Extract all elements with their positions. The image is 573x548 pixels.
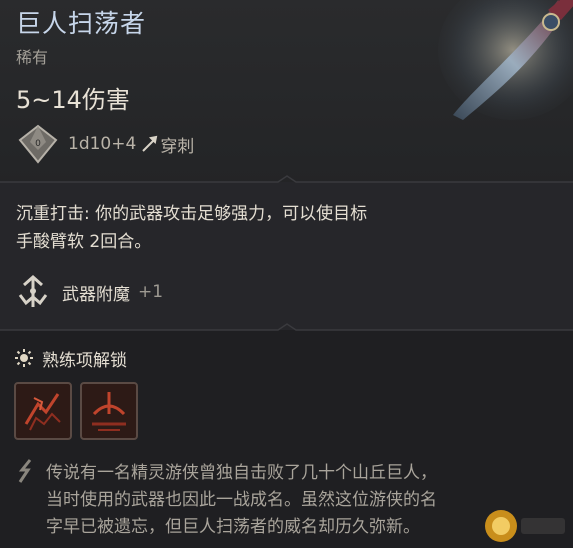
section-divider <box>0 175 573 183</box>
damage-type: 穿刺 <box>160 136 195 157</box>
dice-formula: 1d10+4 <box>68 134 137 154</box>
enchant-row: 武器附魔 +1 <box>14 272 163 312</box>
passive-line-1: 沉重打击: 你的武器攻击足够强力，可以使目标 <box>16 204 368 224</box>
item-tooltip: 巨人扫荡者 稀有 5~14伤害 0 1d10+4 穿刺 沉重打击: 你的武器攻击… <box>0 0 573 548</box>
piercing-icon <box>142 135 158 152</box>
item-damage: 5~14伤害 <box>16 86 130 114</box>
lore-feather-icon <box>18 459 32 483</box>
proficiency-label: 熟练项解锁 <box>42 350 127 371</box>
section-divider <box>0 323 573 331</box>
item-name: 巨人扫荡者 <box>16 9 147 38</box>
enchant-value: +1 <box>138 282 164 302</box>
site-watermark-logo <box>485 510 565 542</box>
weapon-action-glyph-icon <box>24 393 61 431</box>
proficiency-row: 熟练项解锁 <box>14 344 127 372</box>
lore-line-1: 传说有一名精灵游侠曾独自击败了几十个山丘巨人， <box>46 463 437 483</box>
passive-line-2: 手酸臂软 2回合。 <box>16 232 152 252</box>
weapon-action-icon[interactable] <box>14 382 72 440</box>
d10-dice-icon: 0 <box>18 124 58 164</box>
damage-dice-row: 0 1d10+4 穿刺 <box>16 124 194 164</box>
proficiency-unlock-icon <box>15 349 33 367</box>
weapon-art-icon <box>438 0 573 120</box>
item-rarity: 稀有 <box>16 48 49 67</box>
weapon-action-icon[interactable] <box>80 382 138 440</box>
weapon-action-glyph-icon <box>92 392 126 431</box>
passive-description: 沉重打击: 你的武器攻击足够强力，可以使目标 手酸臂软 2回合。 <box>16 200 486 256</box>
weapon-enchant-icon <box>18 274 48 307</box>
enchant-label: 武器附魔 <box>62 284 130 305</box>
svg-text:0: 0 <box>35 139 41 149</box>
